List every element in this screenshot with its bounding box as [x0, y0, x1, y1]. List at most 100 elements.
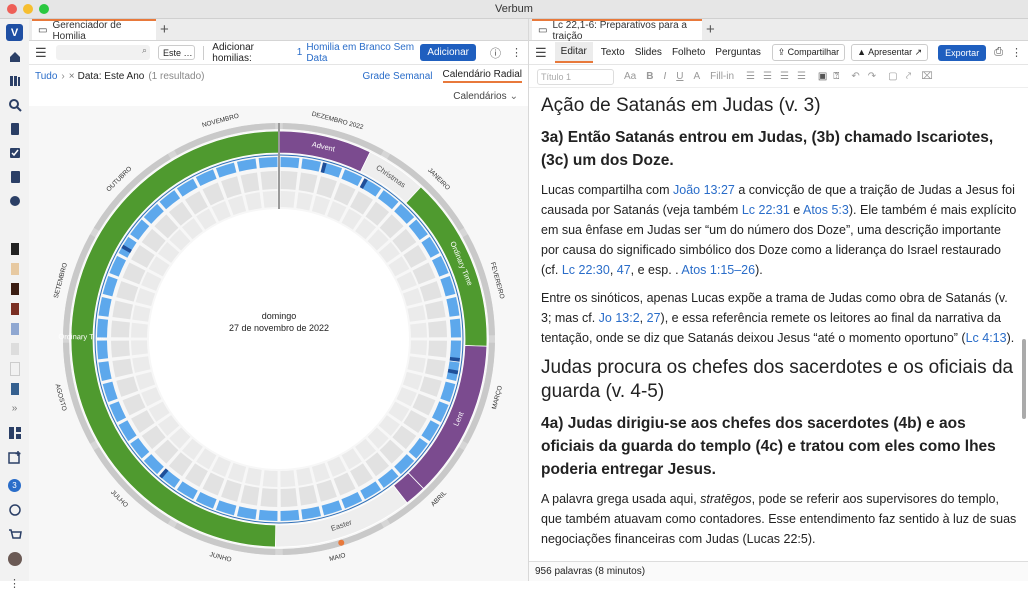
- info-icon[interactable]: ⓘ: [490, 45, 501, 61]
- book-cover-icon[interactable]: [6, 240, 23, 257]
- right-tabbar: ▭ Lc 22,1-6: Preparativos para a traição…: [529, 19, 1028, 42]
- undo-icon[interactable]: ↶: [851, 71, 859, 82]
- menu-icon[interactable]: ☰: [35, 45, 47, 61]
- chevron-down-icon[interactable]: ⌄: [510, 91, 518, 102]
- scripture-link[interactable]: Lc 22:30: [562, 263, 610, 277]
- search-icon[interactable]: [6, 96, 23, 113]
- add-count[interactable]: 1: [297, 47, 303, 58]
- print-icon[interactable]: ⎙: [994, 46, 1003, 59]
- week-cell: [431, 255, 449, 277]
- day-cell: [425, 300, 446, 320]
- share-button[interactable]: ⇪ Compartilhar: [771, 44, 846, 61]
- book-cover-icon[interactable]: [6, 260, 23, 277]
- menu-questions[interactable]: Perguntas: [715, 47, 761, 58]
- week-cell: [301, 506, 322, 520]
- bulleted-list-icon[interactable]: ☰: [746, 71, 755, 82]
- more-icon[interactable]: ⋮: [511, 46, 522, 59]
- book-cover-icon[interactable]: [6, 320, 23, 337]
- checklist-icon[interactable]: [6, 144, 23, 161]
- bold-icon[interactable]: B: [646, 71, 653, 82]
- calendars-dropdown[interactable]: Calendários: [453, 91, 506, 102]
- avatar[interactable]: [6, 550, 23, 567]
- indent-icon[interactable]: ☰: [797, 71, 806, 82]
- month-label: FEVEREIRO: [489, 262, 505, 300]
- paragraph-style-select[interactable]: Título 1: [537, 68, 614, 85]
- book-cover-icon[interactable]: [6, 340, 23, 357]
- text-color-icon[interactable]: A: [693, 71, 700, 82]
- notification-badge[interactable]: 3: [6, 477, 23, 494]
- scripture-link[interactable]: 47: [617, 263, 631, 277]
- present-button[interactable]: ▲ Apresentar ↗: [851, 44, 929, 61]
- verbum-logo-icon[interactable]: V: [6, 24, 23, 41]
- radial-calendar[interactable]: DEZEMBRO 2022JANEIROFEVEREIROMARÇOABRILM…: [29, 106, 528, 581]
- expand-icon[interactable]: »: [6, 400, 23, 417]
- menu-edit[interactable]: Editar: [554, 42, 593, 63]
- underline-icon[interactable]: U: [676, 71, 683, 82]
- book-cover-icon[interactable]: [6, 380, 23, 397]
- export-button[interactable]: Exportar: [938, 44, 987, 61]
- new-tab-icon[interactable]: +: [706, 21, 715, 38]
- remove-filter-icon[interactable]: ×: [69, 71, 75, 82]
- clear-format-icon[interactable]: ⌧: [921, 71, 933, 82]
- scripture-link[interactable]: Lc 22:31: [742, 203, 790, 217]
- document-body[interactable]: Ação de Satanás em Judas (v. 3) 3a) Entã…: [541, 94, 1021, 557]
- window-controls[interactable]: [7, 4, 49, 14]
- font-size-icon[interactable]: Aa: [624, 71, 636, 82]
- fillin-button[interactable]: Fill-in: [710, 71, 734, 82]
- home-icon[interactable]: [6, 48, 23, 65]
- day-cell: [116, 281, 139, 302]
- book-cover-icon[interactable]: [6, 300, 23, 317]
- filter-chip[interactable]: Data: Este Ano: [78, 71, 145, 82]
- tab-homily-document[interactable]: ▭ Lc 22,1-6: Preparativos para a traição: [532, 19, 702, 42]
- cart-icon[interactable]: [6, 526, 23, 543]
- day-cell: [227, 195, 247, 216]
- layout-icon[interactable]: [6, 424, 23, 441]
- sync-icon[interactable]: [6, 501, 23, 518]
- day-cell: [280, 470, 296, 487]
- link-icon[interactable]: ⤤: [906, 71, 912, 82]
- view-radial-calendar[interactable]: Calendário Radial: [442, 69, 522, 83]
- scripture-link[interactable]: Atos 1:15–26: [681, 263, 755, 277]
- scripture-link[interactable]: Atos 5:3: [803, 203, 849, 217]
- breadcrumb-all[interactable]: Tudo: [35, 71, 57, 82]
- comment-icon[interactable]: ▢: [888, 71, 897, 82]
- menu-handout[interactable]: Folheto: [672, 47, 705, 58]
- add-panel-icon[interactable]: [6, 448, 23, 465]
- block-view-icon[interactable]: ▣: [818, 71, 827, 82]
- search-input[interactable]: ⌕: [55, 45, 150, 60]
- scripture-link[interactable]: Jo 13:2: [599, 311, 640, 325]
- menu-slides[interactable]: Slides: [635, 47, 662, 58]
- new-tab-icon[interactable]: +: [160, 21, 169, 38]
- bookmark-icon[interactable]: [6, 120, 23, 137]
- tab-homily-manager[interactable]: ▭ Gerenciador de Homilia: [32, 19, 156, 42]
- minimize-window-button[interactable]: [23, 4, 33, 14]
- document-icon[interactable]: [6, 168, 23, 185]
- blank-homily-link[interactable]: Homilia em Branco Sem Data: [306, 42, 415, 64]
- add-homilies-label: Adicionar homilias:: [212, 41, 254, 64]
- shield-icon[interactable]: [6, 192, 23, 209]
- week-cell: [446, 296, 460, 317]
- redo-icon[interactable]: ↷: [868, 71, 876, 82]
- outdent-icon[interactable]: ☰: [780, 71, 789, 82]
- date-range-select[interactable]: Este …: [158, 45, 196, 60]
- book-cover-icon[interactable]: [6, 280, 23, 297]
- scripture-link[interactable]: João 13:27: [673, 183, 735, 197]
- close-window-button[interactable]: [7, 4, 17, 14]
- scrollbar[interactable]: [1022, 339, 1026, 419]
- scripture-link[interactable]: Lc 4:13: [966, 331, 1007, 345]
- more-icon[interactable]: ⋮: [1011, 46, 1022, 59]
- book-cover-icon[interactable]: [6, 360, 23, 377]
- zoom-window-button[interactable]: [39, 4, 49, 14]
- numbered-list-icon[interactable]: ☰: [763, 71, 772, 82]
- more-icon[interactable]: ⋮: [6, 575, 23, 592]
- add-button[interactable]: Adicionar: [420, 44, 477, 61]
- scripture-link[interactable]: 27: [647, 311, 661, 325]
- help-icon[interactable]: ⍰: [833, 71, 839, 82]
- library-icon[interactable]: [6, 72, 23, 89]
- view-weekly-grid[interactable]: Grade Semanal: [362, 71, 432, 82]
- menu-icon[interactable]: ☰: [535, 45, 547, 61]
- filter-row: Tudo › × Data: Este Ano (1 resultado) Gr…: [29, 66, 528, 86]
- menu-text[interactable]: Texto: [601, 47, 625, 58]
- italic-icon[interactable]: I: [663, 71, 666, 82]
- week-cell: [195, 491, 217, 509]
